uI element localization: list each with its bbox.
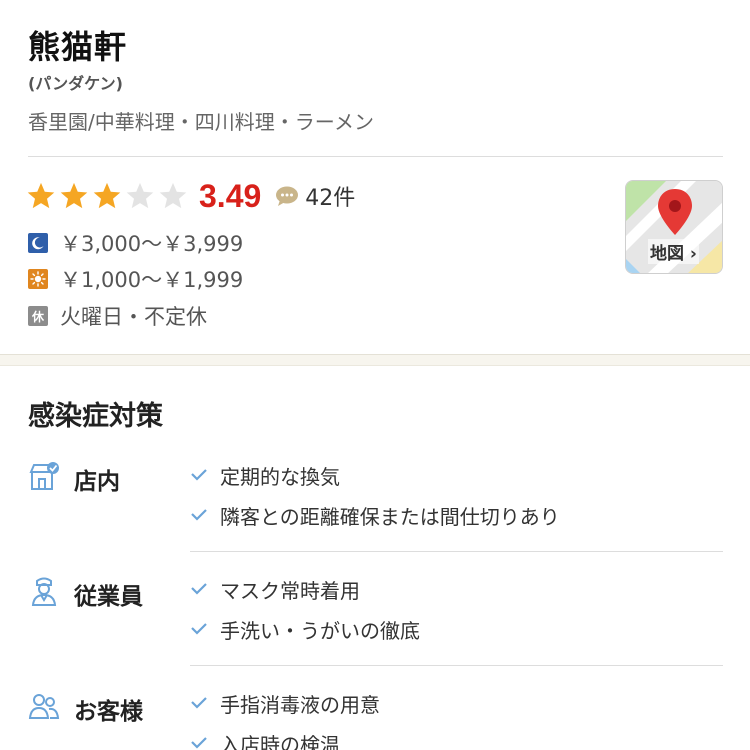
section-separator — [0, 354, 750, 366]
lunch-price-row: ￥1,000～￥1,999 — [28, 266, 243, 292]
star-icon — [27, 182, 55, 209]
divider — [190, 665, 723, 666]
category-label-customers: お客様 — [74, 699, 143, 725]
lunch-price: ￥1,000～￥1,999 — [60, 268, 244, 292]
check-icon — [191, 509, 207, 521]
holiday-text: 火曜日・不定休 — [60, 305, 207, 329]
measure-item: 定期的な換気 — [190, 460, 340, 490]
check-icon — [191, 469, 207, 481]
staff-icon — [31, 577, 57, 606]
store-icon — [29, 462, 59, 490]
category-label-store: 店内 — [74, 469, 120, 495]
divider — [190, 551, 723, 552]
holiday-row: 休 火曜日・不定休 — [28, 303, 207, 329]
chevron-right-icon: › — [689, 244, 697, 264]
measure-item: 手指消毒液の用意 — [190, 688, 380, 718]
check-icon — [191, 623, 207, 635]
check-icon — [191, 737, 207, 749]
restaurant-genre[interactable]: 香里園/中華料理・四川料理・ラーメン — [28, 106, 374, 135]
measure-item: 隣客との距離確保または間仕切りあり — [190, 500, 560, 530]
review-count[interactable]: 42件 — [305, 180, 355, 212]
restaurant-kana: (パンダケン) — [28, 74, 123, 93]
category-label-staff: 従業員 — [74, 584, 143, 610]
map-button[interactable]: 地図 › — [625, 180, 723, 274]
star-empty-icon — [126, 182, 154, 209]
divider — [28, 156, 723, 157]
restaurant-name: 熊猫軒 — [28, 28, 128, 66]
star-empty-icon — [159, 182, 187, 209]
dinner-price-row: ￥3,000～￥3,999 — [28, 230, 243, 256]
measure-item: 入店時の検温 — [190, 728, 340, 750]
sun-icon — [28, 269, 48, 289]
rating-value: 3.49 — [199, 177, 262, 214]
dinner-price: ￥3,000～￥3,999 — [60, 232, 244, 256]
check-icon — [191, 697, 207, 709]
comment-icon — [276, 186, 299, 206]
star-icon — [60, 182, 88, 209]
holiday-icon: 休 — [28, 306, 48, 326]
measure-item: 手洗い・うがいの徹底 — [190, 614, 420, 644]
measure-item: マスク常時着用 — [190, 574, 360, 604]
star-icon — [93, 182, 121, 209]
rating-row[interactable]: 3.49 42件 — [26, 176, 355, 216]
section-title: 感染症対策 — [28, 401, 163, 432]
map-label: 地図 › — [648, 239, 699, 264]
moon-icon — [28, 233, 48, 253]
customers-icon — [28, 694, 60, 719]
check-icon — [191, 583, 207, 595]
